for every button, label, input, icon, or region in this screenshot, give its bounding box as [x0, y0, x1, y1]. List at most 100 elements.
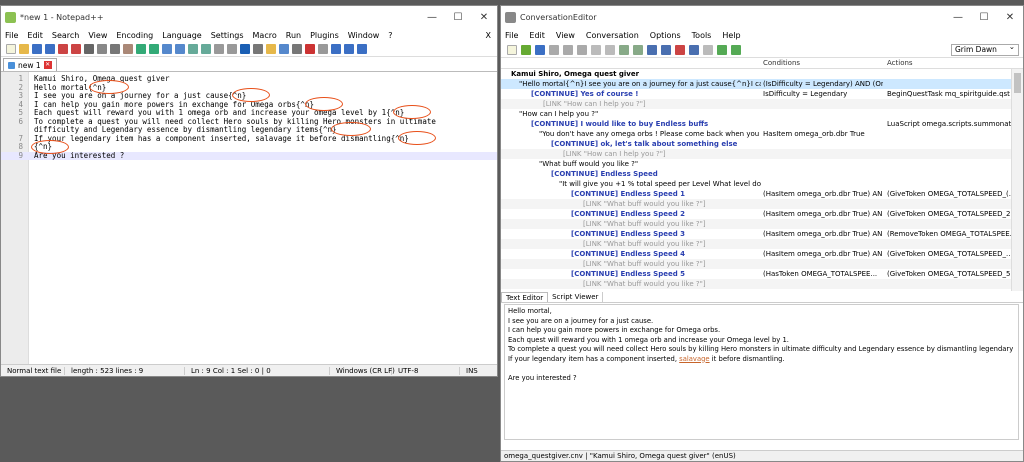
show-all-chars-icon[interactable] — [240, 44, 250, 54]
open-folder-icon[interactable] — [19, 44, 29, 54]
tab-script-viewer[interactable]: Script Viewer — [548, 292, 604, 302]
word-wrap-icon[interactable] — [227, 44, 237, 54]
tree-node-link[interactable]: [LINK "What buff would you like ?"] — [501, 239, 1011, 249]
tree-node-player[interactable]: [CONTINUE] I would like to buy Endless b… — [501, 119, 1011, 129]
tab-new-1[interactable]: new 1 ✕ — [3, 58, 57, 71]
add-continue-icon[interactable] — [647, 44, 657, 55]
close-icon[interactable]: ✕ — [997, 12, 1023, 23]
ce-menu-conversation[interactable]: Conversation — [586, 31, 639, 40]
game-select-dropdown[interactable]: Grim Dawn — [951, 42, 1019, 56]
tree-node-player[interactable]: [CONTINUE] Endless Speed 4 (HasItem omega… — [501, 249, 1011, 259]
text-editor-area[interactable]: 1 Kamui Shiro, Omega quest giver 2 Hello m… — [1, 72, 497, 366]
tree-node-player[interactable]: [CONTINUE] Endless Speed — [501, 169, 1011, 179]
tree-node-root[interactable]: Kamui Shiro, Omega quest giver — [501, 69, 1011, 79]
record-macro-icon[interactable] — [305, 44, 315, 54]
menu-macro[interactable]: Macro — [253, 31, 277, 40]
add-child-icon[interactable] — [633, 44, 643, 55]
close-all-icon[interactable] — [71, 44, 81, 54]
minimize-icon[interactable]: — — [945, 12, 971, 23]
tree-node-npc[interactable]: "It will give you +1 % total speed per L… — [501, 179, 1011, 189]
find-icon[interactable] — [162, 44, 172, 54]
ce-menu-file[interactable]: File — [505, 31, 518, 40]
doc-map-icon[interactable] — [279, 44, 289, 54]
move-up-icon[interactable] — [717, 44, 727, 55]
menu-view[interactable]: View — [88, 31, 107, 40]
tree-node-link[interactable]: [LINK "What buff would you like ?"] — [501, 199, 1011, 209]
save-icon[interactable] — [32, 44, 42, 54]
tree-node-player[interactable]: [CONTINUE] Endless Speed 3 (HasItem omega… — [501, 229, 1011, 239]
tree-node-player[interactable]: [CONTINUE] Endless Speed 1 (HasItem omega… — [501, 189, 1011, 199]
actions-column-header[interactable]: Actions — [887, 59, 913, 67]
ce-menu-help[interactable]: Help — [722, 31, 740, 40]
tree-node-npc[interactable]: "What buff would you like ?" — [501, 159, 1011, 169]
ce-menu-view[interactable]: View — [556, 31, 575, 40]
delete-node-icon[interactable] — [675, 44, 685, 55]
redo-icon[interactable] — [149, 44, 159, 54]
tree-node-player[interactable]: [CONTINUE] Endless Speed 5 (HasToken OMEG… — [501, 269, 1011, 279]
menu-language[interactable]: Language — [162, 31, 201, 40]
ce-menu-edit[interactable]: Edit — [529, 31, 545, 40]
maximize-icon[interactable]: ☐ — [445, 12, 471, 23]
menu-help[interactable]: ? — [388, 31, 392, 40]
tree-node-npc[interactable]: "How can I help you ?" — [501, 109, 1011, 119]
conditions-column-header[interactable]: Conditions — [763, 59, 800, 67]
undo-icon[interactable] — [136, 44, 146, 54]
tree-node-npc[interactable]: "You don't have any omega orbs ! Please … — [501, 129, 1011, 139]
menu-file[interactable]: File — [5, 31, 18, 40]
play-macro-icon[interactable] — [331, 44, 341, 54]
save-macro-icon[interactable] — [357, 44, 367, 54]
tree-node-npc[interactable]: "Hello mortal{^n}I see you are on a jour… — [501, 79, 1011, 89]
copy-icon[interactable] — [110, 44, 120, 54]
indent-guide-icon[interactable] — [253, 44, 263, 54]
close-document-button[interactable]: X — [486, 31, 491, 40]
tree-scrollbar[interactable] — [1011, 69, 1023, 291]
save-all-icon[interactable] — [45, 44, 55, 54]
menu-window[interactable]: Window — [348, 31, 380, 40]
tree-node-link[interactable]: [LINK "What buff would you like ?"] — [501, 219, 1011, 229]
menu-encoding[interactable]: Encoding — [116, 31, 153, 40]
save-icon[interactable] — [535, 44, 545, 55]
menu-run[interactable]: Run — [286, 31, 301, 40]
new-icon[interactable] — [507, 44, 517, 55]
tree-node-player[interactable]: [CONTINUE] Endless Speed 2 (HasItem omega… — [501, 209, 1011, 219]
tree-node-link[interactable]: [LINK "What buff would you like ?"] — [501, 279, 1011, 289]
cut-icon[interactable] — [549, 44, 559, 55]
minimize-icon[interactable]: — — [419, 12, 445, 23]
paste-icon[interactable] — [123, 44, 133, 54]
close-file-icon[interactable] — [58, 44, 68, 54]
move-down-icon[interactable] — [731, 44, 741, 55]
text-editor-pane[interactable]: Hello mortal, I see you are on a journey… — [504, 304, 1019, 440]
cut-icon[interactable] — [97, 44, 107, 54]
scrollbar-thumb[interactable] — [1014, 73, 1021, 93]
close-icon[interactable]: ✕ — [471, 12, 497, 23]
copy-icon[interactable] — [563, 44, 573, 55]
tree-node-link[interactable]: [LINK "How can I help you ?"] — [501, 99, 1011, 109]
run-macro-multiple-icon[interactable] — [344, 44, 354, 54]
stop-macro-icon[interactable] — [318, 44, 328, 54]
tree-node-player[interactable]: [CONTINUE] ok, let's talk about somethin… — [501, 139, 1011, 149]
zoom-in-icon[interactable] — [188, 44, 198, 54]
menu-edit[interactable]: Edit — [27, 31, 43, 40]
undo-icon[interactable] — [591, 44, 601, 55]
add-node-icon[interactable] — [619, 44, 629, 55]
menu-plugins[interactable]: Plugins — [310, 31, 339, 40]
function-list-icon[interactable] — [292, 44, 302, 54]
menu-settings[interactable]: Settings — [211, 31, 244, 40]
replace-icon[interactable] — [175, 44, 185, 54]
collapse-icon[interactable] — [703, 44, 713, 55]
open-icon[interactable] — [521, 44, 531, 55]
tree-node-link[interactable]: [LINK "How can I help you ?"] — [501, 149, 1011, 159]
paste-icon[interactable] — [577, 44, 587, 55]
ce-menu-options[interactable]: Options — [650, 31, 681, 40]
maximize-icon[interactable]: ☐ — [971, 12, 997, 23]
conversation-tree[interactable]: Kamui Shiro, Omega quest giver "Hello mo… — [501, 69, 1011, 291]
redo-icon[interactable] — [605, 44, 615, 55]
tab-close-icon[interactable]: ✕ — [43, 61, 52, 69]
new-file-icon[interactable] — [6, 44, 16, 54]
sync-scroll-icon[interactable] — [214, 44, 224, 54]
tab-text-editor[interactable]: Text Editor — [501, 292, 549, 302]
ce-menu-tools[interactable]: Tools — [692, 31, 712, 40]
zoom-out-icon[interactable] — [201, 44, 211, 54]
folder-workspace-icon[interactable] — [266, 44, 276, 54]
tree-node-player[interactable]: [CONTINUE] Yes of course ! IsDifficulty =… — [501, 89, 1011, 99]
